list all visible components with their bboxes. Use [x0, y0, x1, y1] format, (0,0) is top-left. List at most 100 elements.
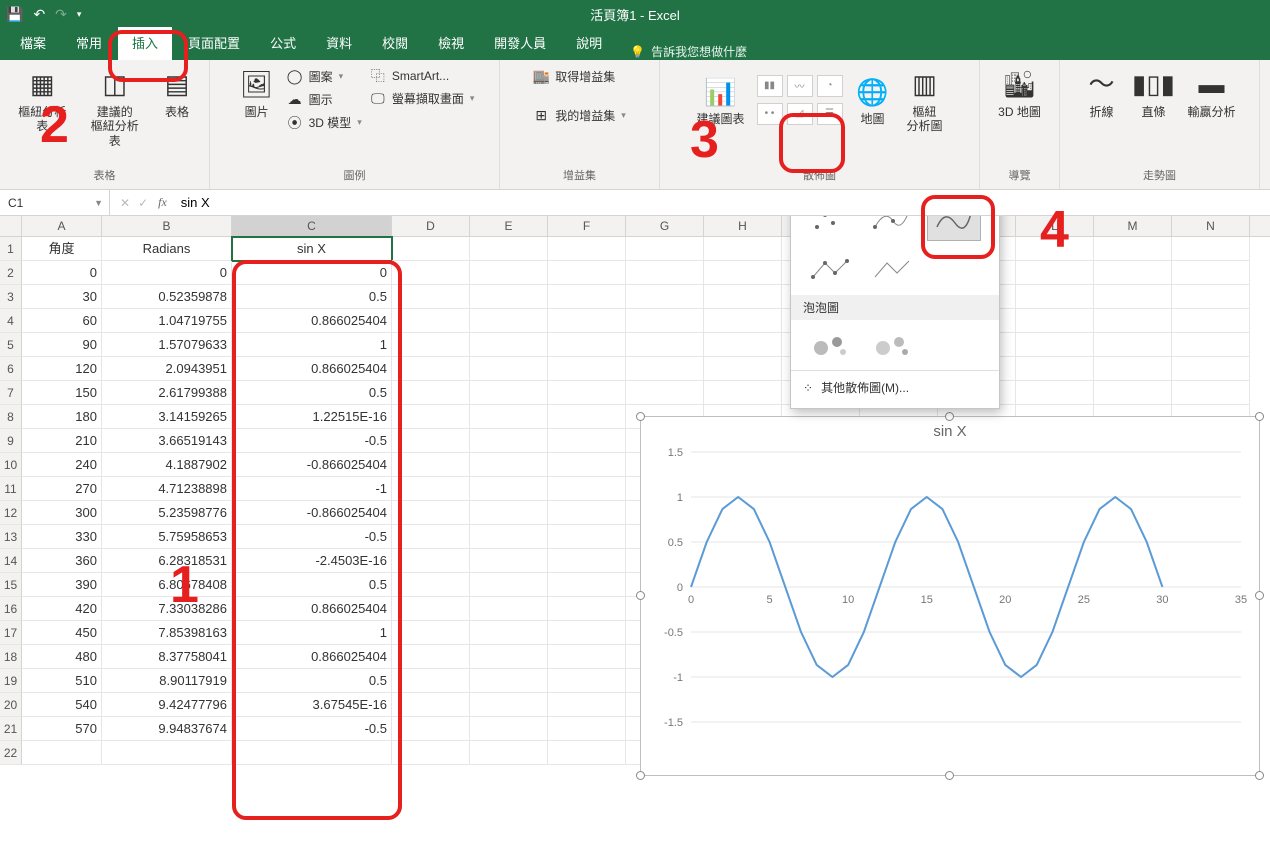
- scatter-straight-lines-option[interactable]: [865, 249, 919, 291]
- cell[interactable]: [704, 381, 782, 405]
- cell[interactable]: [704, 237, 782, 261]
- cancel-icon[interactable]: ✕: [120, 196, 130, 210]
- scatter-straight-markers-option[interactable]: [803, 249, 857, 291]
- pictures-button[interactable]: 🖼 圖片: [235, 66, 279, 121]
- cell[interactable]: [392, 549, 470, 573]
- cell[interactable]: [548, 573, 626, 597]
- cell[interactable]: [1172, 357, 1250, 381]
- embedded-chart[interactable]: sin X -1.5-1-0.500.511.505101520253035: [640, 416, 1260, 776]
- cell[interactable]: 9.42477796: [102, 693, 232, 717]
- cell[interactable]: [548, 381, 626, 405]
- cell[interactable]: [470, 477, 548, 501]
- cell[interactable]: -2.4503E-16: [232, 549, 392, 573]
- cell[interactable]: [392, 261, 470, 285]
- scatter-chart-menu[interactable]: 泡泡圖 ⁘ 其他散佈圖(M)...: [790, 216, 1000, 409]
- row-header[interactable]: 17: [0, 621, 22, 645]
- tell-me[interactable]: 💡 告訴我您想做什麼: [618, 43, 747, 60]
- cell[interactable]: [1094, 261, 1172, 285]
- row-header[interactable]: 19: [0, 669, 22, 693]
- recommended-pivot-button[interactable]: ◫ 建議的 樞紐分析表: [83, 66, 148, 150]
- row-header[interactable]: 16: [0, 597, 22, 621]
- cell[interactable]: [1094, 309, 1172, 333]
- fx-icon[interactable]: fx: [158, 195, 175, 210]
- cell[interactable]: [470, 453, 548, 477]
- cell[interactable]: Radians: [102, 237, 232, 261]
- cell[interactable]: 420: [22, 597, 102, 621]
- bubble-3d-option[interactable]: [865, 324, 919, 366]
- area-chart-button[interactable]: ◿: [787, 103, 813, 125]
- cell[interactable]: [392, 573, 470, 597]
- tab-file[interactable]: 檔案: [6, 27, 60, 60]
- scatter-chart-button[interactable]: • •: [757, 103, 783, 125]
- cell[interactable]: [626, 381, 704, 405]
- cell[interactable]: [548, 429, 626, 453]
- cell[interactable]: [392, 741, 470, 765]
- cell[interactable]: [470, 693, 548, 717]
- cell[interactable]: [1016, 333, 1094, 357]
- cell[interactable]: 2.61799388: [102, 381, 232, 405]
- smartart-button[interactable]: ⿻SmartArt...: [370, 66, 475, 86]
- cell[interactable]: [1172, 285, 1250, 309]
- cell[interactable]: 7.85398163: [102, 621, 232, 645]
- cell[interactable]: [548, 525, 626, 549]
- cell[interactable]: [626, 357, 704, 381]
- column-header[interactable]: H: [704, 216, 782, 236]
- column-header[interactable]: A: [22, 216, 102, 236]
- cell[interactable]: -1: [232, 477, 392, 501]
- cell[interactable]: [1172, 309, 1250, 333]
- cell[interactable]: 480: [22, 645, 102, 669]
- row-header[interactable]: 6: [0, 357, 22, 381]
- cell[interactable]: [548, 741, 626, 765]
- cell[interactable]: -0.866025404: [232, 501, 392, 525]
- cell[interactable]: 0.5: [232, 573, 392, 597]
- cell[interactable]: [470, 621, 548, 645]
- cell[interactable]: [548, 357, 626, 381]
- cell[interactable]: [470, 669, 548, 693]
- row-header[interactable]: 8: [0, 405, 22, 429]
- cell[interactable]: 5.23598776: [102, 501, 232, 525]
- cell[interactable]: -0.5: [232, 429, 392, 453]
- cell[interactable]: [548, 549, 626, 573]
- cell[interactable]: 4.1887902: [102, 453, 232, 477]
- cell[interactable]: [626, 309, 704, 333]
- cell[interactable]: [1016, 237, 1094, 261]
- cell[interactable]: [548, 669, 626, 693]
- pie-chart-button[interactable]: ◔: [817, 75, 843, 97]
- cell[interactable]: [704, 333, 782, 357]
- row-header[interactable]: 11: [0, 477, 22, 501]
- cell[interactable]: 5.75958653: [102, 525, 232, 549]
- cell[interactable]: 90: [22, 333, 102, 357]
- cell[interactable]: 8.37758041: [102, 645, 232, 669]
- cell[interactable]: [392, 309, 470, 333]
- cell[interactable]: -0.5: [232, 525, 392, 549]
- cell[interactable]: [392, 645, 470, 669]
- cell[interactable]: 390: [22, 573, 102, 597]
- cell[interactable]: [470, 573, 548, 597]
- cell[interactable]: [392, 621, 470, 645]
- cell[interactable]: [392, 501, 470, 525]
- cell[interactable]: 30: [22, 285, 102, 309]
- chart-plot-area[interactable]: -1.5-1-0.500.511.505101520253035: [641, 442, 1261, 762]
- row-header[interactable]: 10: [0, 453, 22, 477]
- cell[interactable]: [548, 621, 626, 645]
- cell[interactable]: 0.5: [232, 381, 392, 405]
- cell[interactable]: 270: [22, 477, 102, 501]
- cell[interactable]: [102, 741, 232, 765]
- tab-insert[interactable]: 插入: [118, 27, 172, 60]
- cell[interactable]: [704, 261, 782, 285]
- cell[interactable]: [470, 429, 548, 453]
- cell[interactable]: [1172, 381, 1250, 405]
- cell[interactable]: [1016, 261, 1094, 285]
- cell[interactable]: [232, 741, 392, 765]
- icons-button[interactable]: ☁圖示: [287, 89, 362, 110]
- cell[interactable]: 210: [22, 429, 102, 453]
- cell[interactable]: 300: [22, 501, 102, 525]
- cell[interactable]: 360: [22, 549, 102, 573]
- cell[interactable]: -0.866025404: [232, 453, 392, 477]
- column-header[interactable]: E: [470, 216, 548, 236]
- cell[interactable]: [392, 429, 470, 453]
- bubble-option[interactable]: [803, 324, 857, 366]
- cell[interactable]: [470, 237, 548, 261]
- model3d-button[interactable]: ⦿3D 模型▾: [287, 112, 362, 133]
- cell[interactable]: 240: [22, 453, 102, 477]
